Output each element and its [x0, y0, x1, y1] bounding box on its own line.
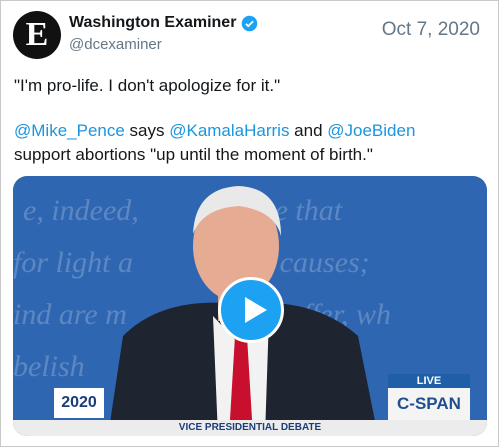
account-handle[interactable]: @dcexaminer [69, 36, 162, 53]
debate-2020-logo: 2020 [54, 388, 104, 418]
tweet-date[interactable]: Oct 7, 2020 [382, 19, 480, 41]
account-name[interactable]: Washington Examiner [69, 14, 236, 32]
tweet-card: E Washington Examiner @dcexaminer Oct 7,… [0, 0, 499, 447]
mention-link[interactable]: @JoeBiden [327, 121, 415, 140]
verified-badge-icon [242, 15, 258, 31]
tweet-text-paragraph: @Mike_Pence says @KamalaHarris and @JoeB… [14, 119, 489, 167]
mention-link[interactable]: @Mike_Pence [14, 121, 125, 140]
video-player[interactable]: e, indeed, ictate that for light a sient… [13, 176, 487, 436]
tweet-text-line1: "I'm pro-life. I don't apologize for it.… [14, 76, 281, 95]
play-icon[interactable] [218, 277, 284, 343]
tweet-text-fragment: support abortions "up until the moment o… [14, 145, 373, 164]
cspan-live-bug: LIVE C-SPAN [388, 374, 470, 420]
cspan-logo: C-SPAN [388, 388, 470, 420]
tweet-text-fragment: and [289, 121, 328, 140]
account-name-row[interactable]: Washington Examiner [69, 14, 258, 32]
debate-banner: VICE PRESIDENTIAL DEBATE [13, 420, 487, 436]
mention-link[interactable]: @KamalaHarris [169, 121, 289, 140]
live-label: LIVE [388, 374, 470, 388]
avatar[interactable]: E [13, 11, 61, 59]
tweet-text-fragment: says [124, 121, 170, 140]
